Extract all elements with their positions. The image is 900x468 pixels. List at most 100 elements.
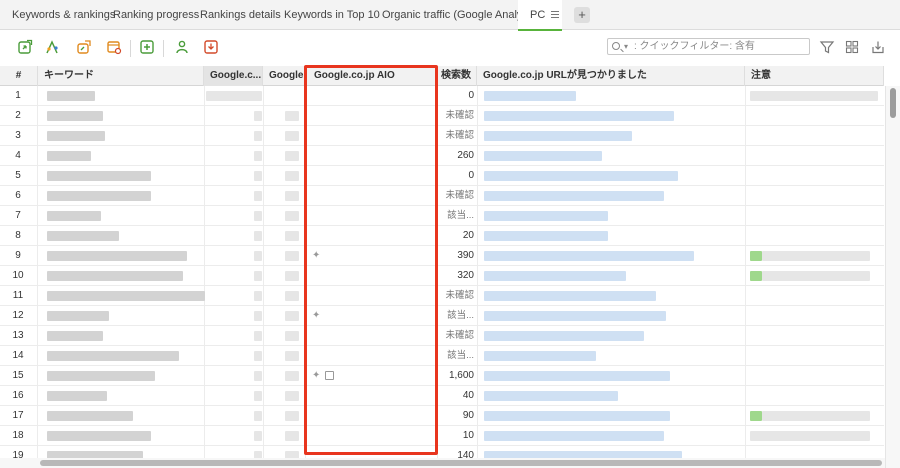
rank-cell-redacted [254,351,262,361]
download-icon[interactable] [870,39,886,55]
rank-cell-redacted [254,151,262,161]
table-row[interactable]: 10 320 [0,266,884,286]
horizontal-scrollbar[interactable] [0,458,885,468]
tab-menu-icon[interactable] [551,10,560,18]
keyword-research-icon[interactable] [45,39,61,55]
rank-prev-cell-redacted [285,271,299,281]
url-cell-redacted [484,171,678,181]
filter-icon[interactable] [819,39,835,55]
column-header-index[interactable]: # [0,66,38,86]
url-cell-redacted [484,211,608,221]
export-icon[interactable] [203,39,219,55]
grid-header: # キーワード Google.c... ▲ Google... Google.c… [0,66,884,86]
row-index: 16 [12,390,24,401]
rank-cell-redacted [254,211,262,221]
table-row[interactable]: 8 20 [0,226,884,246]
search-volume-cell: 1,600 [448,370,474,381]
url-cell-redacted [484,271,626,281]
keyword-cell-redacted [47,111,103,121]
table-row[interactable]: 18 10 [0,426,884,446]
row-index: 14 [12,350,24,361]
table-row[interactable]: 1 0 [0,86,884,106]
row-index: 5 [15,170,21,181]
table-row[interactable]: 11 未確認 [0,286,884,306]
row-index: 2 [15,110,21,121]
url-cell-redacted [484,411,670,421]
tab-pc[interactable]: PC [518,0,562,31]
table-row[interactable]: 4 260 [0,146,884,166]
table-row[interactable]: 15 ✦ 1,600 [0,366,884,386]
column-header-notes[interactable]: 注意 [745,66,884,86]
table-row[interactable]: 7 該当... [0,206,884,226]
column-header-aio[interactable]: Google.co.jp AIO [305,66,437,86]
rank-cell-redacted [254,191,262,201]
add-tab-button[interactable]: + [574,7,590,23]
tab-keywords-rankings[interactable]: Keywords & rankings [12,0,115,30]
table-row[interactable]: 3 未確認 [0,126,884,146]
row-index: 10 [12,270,24,281]
notes-status-indicator [750,411,762,421]
keyword-cell-redacted [47,91,95,101]
rank-cell-redacted [254,291,262,301]
rank-cell-redacted [206,91,262,101]
url-cell-redacted [484,391,618,401]
url-cell-redacted [484,351,596,361]
table-row[interactable]: 13 未確認 [0,326,884,346]
column-header-search-volume[interactable]: 検索数 [437,66,477,86]
tab-ranking-progress[interactable]: Ranking progress [113,0,199,30]
columns-icon[interactable] [844,39,860,55]
table-row[interactable]: 14 該当... [0,346,884,366]
table-row[interactable]: 5 0 [0,166,884,186]
row-index: 7 [15,210,21,221]
schedule-icon[interactable] [106,39,122,55]
row-index: 9 [15,250,21,261]
table-row[interactable]: 12 ✦ 該当... [0,306,884,326]
rank-prev-cell-redacted [285,431,299,441]
tab-keywords-top10[interactable]: Keywords in Top 10 [284,0,380,30]
row-index: 1 [15,90,21,101]
table-row[interactable]: 17 90 [0,406,884,426]
refresh-ranks-icon[interactable] [17,39,33,55]
column-header-google-prev[interactable]: Google... [263,66,305,86]
column-header-google-rank[interactable]: Google.c... ▲ [204,66,263,86]
update-icon[interactable] [76,39,92,55]
ai-overview-sparkle-icon: ✦ [312,310,321,321]
ai-overview-sparkle-icon: ✦ [312,370,321,381]
row-index: 3 [15,130,21,141]
table-row[interactable]: 6 未確認 [0,186,884,206]
toolbar-divider [163,40,164,57]
search-volume-cell: 390 [457,250,474,261]
table-row[interactable]: 16 40 [0,386,884,406]
tab-rankings-details[interactable]: Rankings details [200,0,281,30]
rank-prev-cell-redacted [285,211,299,221]
rank-prev-cell-redacted [285,391,299,401]
search-volume-cell: 20 [462,230,474,241]
table-row[interactable]: 2 未確認 [0,106,884,126]
rank-prev-cell-redacted [285,411,299,421]
url-cell-redacted [484,371,670,381]
column-header-url-found[interactable]: Google.co.jp URLが見つかりました [477,66,745,86]
horizontal-scroll-thumb[interactable] [40,460,882,466]
competitors-icon[interactable] [174,39,190,55]
search-volume-cell: 該当... [447,310,474,321]
vertical-scrollbar[interactable] [885,86,900,468]
search-volume-cell: 90 [462,410,474,421]
open-external-icon[interactable] [325,371,334,380]
notes-cell-redacted [762,271,870,281]
url-cell-redacted [484,191,664,201]
rank-cell-redacted [254,431,262,441]
rank-cell-redacted [254,391,262,401]
row-index: 11 [12,290,24,301]
quick-filter-placeholder: : クイックフィルター: 含有 [634,41,755,52]
rank-prev-cell-redacted [285,291,299,301]
column-header-keyword[interactable]: キーワード [38,66,204,86]
chevron-down-icon[interactable]: ▾ [624,39,628,54]
quick-filter-input[interactable]: ▾ : クイックフィルター: 含有 [607,38,810,55]
row-index: 12 [12,310,24,321]
table-row[interactable]: 9 ✦ 390 [0,246,884,266]
vertical-scroll-thumb[interactable] [890,88,896,118]
search-volume-cell: 10 [462,430,474,441]
keyword-cell-redacted [47,211,101,221]
add-keyword-icon[interactable] [139,39,155,55]
search-icon [612,42,620,50]
